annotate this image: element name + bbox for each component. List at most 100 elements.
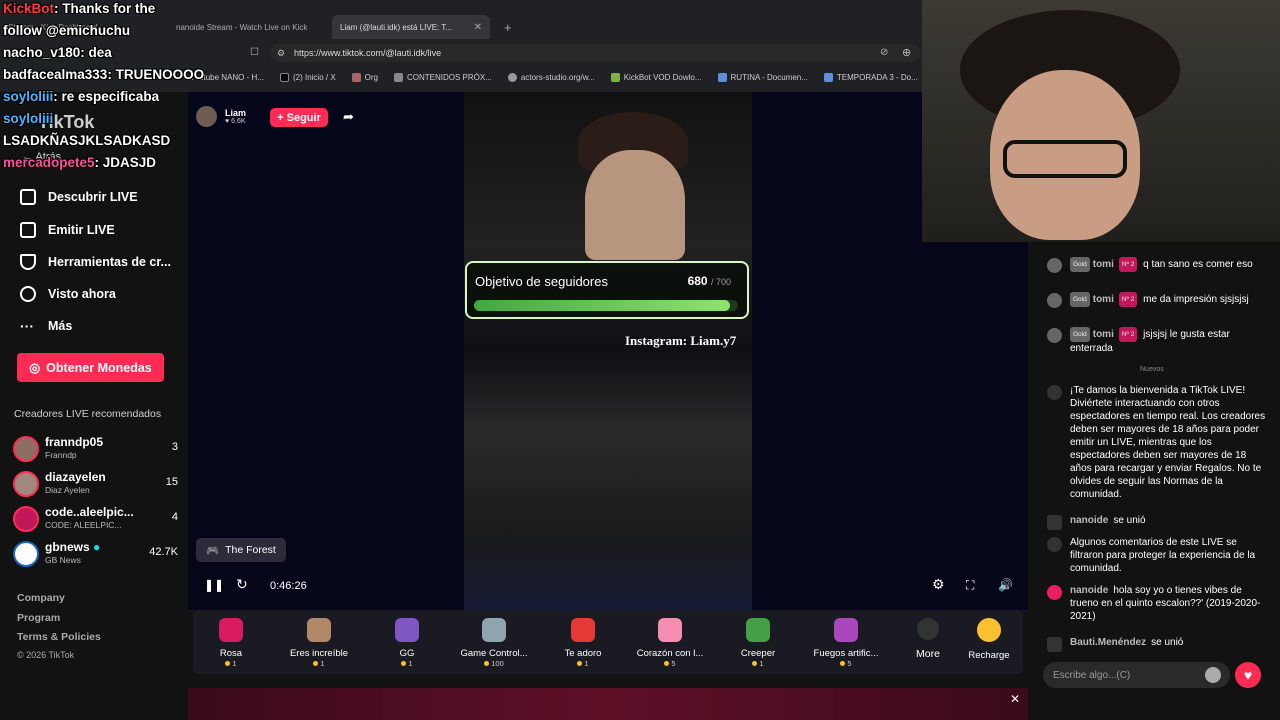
creator-name: diazayelen	[45, 470, 106, 484]
overlay-username: soyloliii	[3, 89, 54, 104]
bookmark-item[interactable]: Org	[351, 72, 378, 82]
nav-emitir-live[interactable]: Emitir LIVE	[20, 222, 115, 238]
chat-input[interactable]: Escribe algo...(C)	[1043, 662, 1230, 688]
system-message: Algunos comentarios de este LIVE se filt…	[1047, 536, 1267, 575]
viewer-count: 15	[165, 476, 178, 488]
gift-game-controller[interactable]: Game Control... 100	[451, 618, 537, 668]
bookmark-label: RUTINA - Documen...	[730, 72, 808, 82]
get-coins-button[interactable]: ◎ Obtener Monedas	[17, 353, 164, 382]
bookmark-item[interactable]: KickBot VOD Dowlo...	[610, 72, 702, 82]
home-icon	[20, 254, 36, 270]
instagram-overlay: Instagram: Liam.y7	[625, 333, 737, 348]
tab-nanoide-stream[interactable]: nanoide Stream - Watch Live on Kick	[168, 15, 326, 39]
gift-creeper[interactable]: Creeper 1	[715, 618, 801, 668]
overlay-chat-line: nacho_v180: dea	[3, 45, 112, 60]
tab-tiktok-live[interactable]: Liam (@lauti.idk) está LIVE: T... ✕	[332, 15, 490, 39]
gift-name: Corazón con l...	[636, 648, 704, 659]
like-heart-button[interactable]: ♥	[1235, 662, 1261, 688]
org-icon	[351, 72, 361, 82]
gg-icon	[395, 618, 419, 642]
streamer-avatar[interactable]	[196, 106, 217, 127]
bookmark-label: TEMPORADA 3 - Do...	[836, 72, 918, 82]
chat-username[interactable]: tomi	[1093, 294, 1114, 305]
footer-program-link[interactable]: Program	[17, 612, 60, 624]
nav-descubrir-live[interactable]: Descubrir LIVE	[20, 189, 138, 205]
avatar	[13, 541, 39, 567]
gift-fuegos[interactable]: Fuegos artific... 5	[803, 618, 889, 668]
gift-price: 1	[540, 659, 626, 668]
bookmark-item[interactable]: RUTINA - Documen...	[717, 72, 808, 82]
rose-icon	[219, 618, 243, 642]
close-icon[interactable]: ✕	[1010, 692, 1020, 706]
creator-item[interactable]: code..aleelpic... CODE: ALEELPIC... 4	[13, 505, 178, 535]
creator-item[interactable]: franndp05 Franndp 3	[13, 435, 178, 465]
stream-time: 0:46:26	[270, 580, 307, 592]
welcome-text: ¡Te damos la bienvenida a TikTok LIVE! D…	[1070, 385, 1266, 500]
gift-gg[interactable]: GG 1	[364, 618, 450, 668]
bookmark-item[interactable]: actors-studio.org/w...	[507, 72, 595, 82]
bookmark-star-icon[interactable]: ☐	[250, 47, 259, 58]
nav-herramientas[interactable]: Herramientas de cr...	[20, 254, 171, 270]
fullscreen-icon[interactable]: ⛶	[966, 578, 974, 593]
cast-icon[interactable]: ⊘	[880, 47, 888, 58]
chat-username[interactable]: tomi	[1093, 259, 1114, 270]
folder-icon	[394, 72, 403, 82]
join-text: se unió	[1113, 515, 1146, 526]
controller-icon	[482, 618, 506, 642]
tab-strip: Stream - Kick Dashboard nanoide Stream -…	[0, 15, 922, 39]
overlay-chat-line: soyloliii	[3, 111, 53, 126]
streamer-face	[585, 150, 685, 260]
new-tab-button[interactable]: +	[496, 15, 516, 39]
bookmark-item[interactable]: CONTENIDOS PRÓX...	[394, 72, 492, 82]
nav-visto-ahora[interactable]: Visto ahora	[20, 286, 116, 302]
more-gifts-button[interactable]: More	[903, 618, 953, 660]
streamer-name: Liam	[225, 108, 247, 118]
creator-item[interactable]: diazayelen Diaz Ayelen 15	[13, 470, 178, 500]
gift-price: 5	[803, 659, 889, 668]
pause-icon[interactable]: ❚❚	[204, 578, 224, 592]
refresh-icon[interactable]: ↻	[236, 576, 248, 593]
gift-corazon[interactable]: Corazón con l... 5	[627, 618, 713, 668]
emoji-icon[interactable]	[1205, 667, 1221, 683]
cat-icon	[307, 618, 331, 642]
volume-icon[interactable]: 🔊	[998, 578, 1013, 592]
nav-mas[interactable]: ··· Más	[20, 319, 72, 333]
follow-button[interactable]: + Seguir	[270, 108, 328, 127]
kickbot-icon	[610, 72, 620, 82]
footer-terms-link[interactable]: Terms & Policies	[17, 631, 101, 643]
avatar	[1047, 585, 1062, 600]
creator-item[interactable]: gbnews ● GB News 42.7K	[13, 540, 178, 570]
site-info-icon[interactable]: ⚙	[277, 48, 285, 59]
game-tag[interactable]: 🎮 The Forest	[196, 538, 286, 562]
chat-text: me da impresión sjsjsjsj	[1143, 294, 1249, 305]
gold-badge: Gold	[1070, 292, 1090, 307]
streamer-info[interactable]: Liam ♥ 6.6K	[196, 106, 246, 127]
gift-te-adoro[interactable]: Te adoro 1	[540, 618, 626, 668]
overlay-username: badfacealma333	[3, 67, 108, 82]
settings-icon[interactable]: ⚙	[932, 576, 945, 593]
join-icon	[1047, 515, 1062, 530]
level-badge: Nº 2	[1118, 327, 1138, 342]
bookmark-item[interactable]: TEMPORADA 3 - Do...	[823, 72, 918, 82]
gift-rosa[interactable]: Rosa 1	[188, 618, 274, 668]
chat-username[interactable]: tomi	[1093, 329, 1114, 340]
address-bar[interactable]: ⚙ https://www.tiktok.com/@lauti.idk/live	[270, 44, 920, 62]
coin-icon: ◎	[29, 361, 41, 375]
creeper-icon	[746, 618, 770, 642]
footer-company-link[interactable]: Company	[17, 592, 65, 604]
x-icon	[279, 72, 289, 82]
avatar	[13, 471, 39, 497]
chat-username[interactable]: Bauti.Menéndez	[1070, 637, 1146, 648]
bookmark-item[interactable]: (2) Inicio / X	[279, 72, 336, 82]
camera-icon	[20, 222, 36, 238]
gift-name: Fuegos artific...	[813, 648, 879, 659]
close-icon[interactable]: ✕	[474, 22, 482, 33]
ellipsis-icon: ···	[20, 318, 34, 334]
chat-username[interactable]: nanoide	[1070, 585, 1108, 596]
gift-eres-increible[interactable]: Eres increíble 1	[276, 618, 362, 668]
share-icon[interactable]: ➦	[343, 109, 354, 125]
chat-username[interactable]: nanoide	[1070, 515, 1108, 526]
recharge-label: Recharge	[968, 650, 1010, 661]
recharge-button[interactable]: Recharge	[959, 618, 1019, 661]
zoom-icon[interactable]: ⊕	[902, 46, 911, 59]
